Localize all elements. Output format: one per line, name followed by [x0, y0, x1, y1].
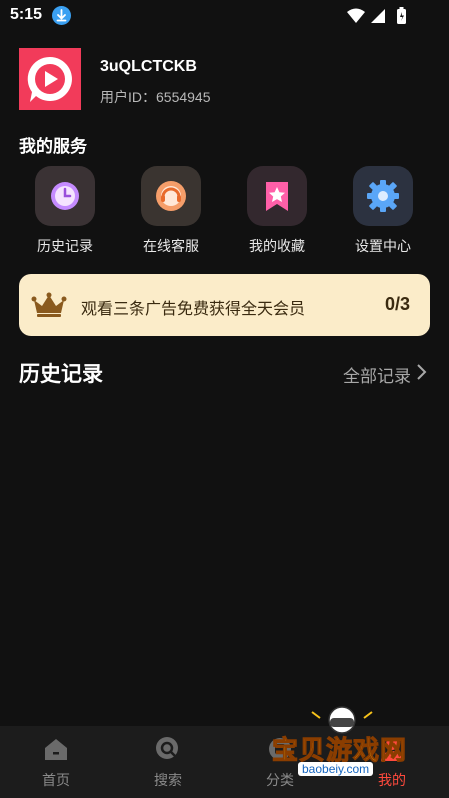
download-icon: [52, 6, 71, 25]
vip-ad-banner[interactable]: 观看三条广告免费获得全天会员 0/3: [19, 274, 430, 336]
status-bar: 5:15: [0, 0, 449, 32]
signal-icon: [371, 9, 385, 23]
chevron-right-icon: [415, 363, 427, 386]
bookmark-star-icon: [247, 166, 307, 226]
status-icons: [345, 6, 415, 26]
view-all-history-link[interactable]: 全部记录: [343, 362, 427, 387]
nav-home-label: 首页: [42, 772, 70, 788]
promo-text: 观看三条广告免费获得全天会员: [81, 301, 306, 318]
history-title: 历史记录: [19, 363, 103, 386]
user-id: 用户ID：6554945: [100, 87, 211, 107]
service-favorites[interactable]: 我的收藏: [232, 166, 322, 256]
nav-home[interactable]: 首页: [0, 734, 112, 790]
home-icon: [41, 734, 71, 764]
nav-search[interactable]: 搜索: [112, 734, 224, 790]
service-history[interactable]: 历史记录: [20, 166, 110, 256]
gear-icon: [353, 166, 413, 226]
search-icon: [153, 734, 183, 764]
crown-icon: [31, 292, 67, 323]
service-settings-label: 设置中心: [355, 238, 411, 254]
username: 3uQLCTCKB: [100, 58, 197, 75]
app-logo: [19, 48, 81, 110]
user-id-value: 6554945: [156, 89, 211, 105]
status-time: 5:15: [10, 6, 43, 23]
service-favorites-label: 我的收藏: [249, 238, 305, 254]
support-icon: [141, 166, 201, 226]
nav-search-label: 搜索: [154, 772, 182, 788]
services-title: 我的服务: [19, 137, 87, 156]
service-support[interactable]: 在线客服: [126, 166, 216, 256]
service-history-label: 历史记录: [37, 238, 93, 254]
watermark-url: baobeiy.com: [298, 762, 374, 776]
view-all-history-label: 全部记录: [343, 367, 411, 386]
battery-icon: [397, 7, 406, 24]
service-settings[interactable]: 设置中心: [338, 166, 428, 256]
watermark: 宝贝游戏网 baobeiy.com: [271, 704, 422, 794]
user-id-label: 用户ID：: [100, 89, 156, 105]
service-support-label: 在线客服: [143, 238, 199, 254]
clock-icon: [35, 166, 95, 226]
promo-progress-count: 0/3: [384, 294, 410, 314]
wifi-icon: [347, 8, 365, 23]
